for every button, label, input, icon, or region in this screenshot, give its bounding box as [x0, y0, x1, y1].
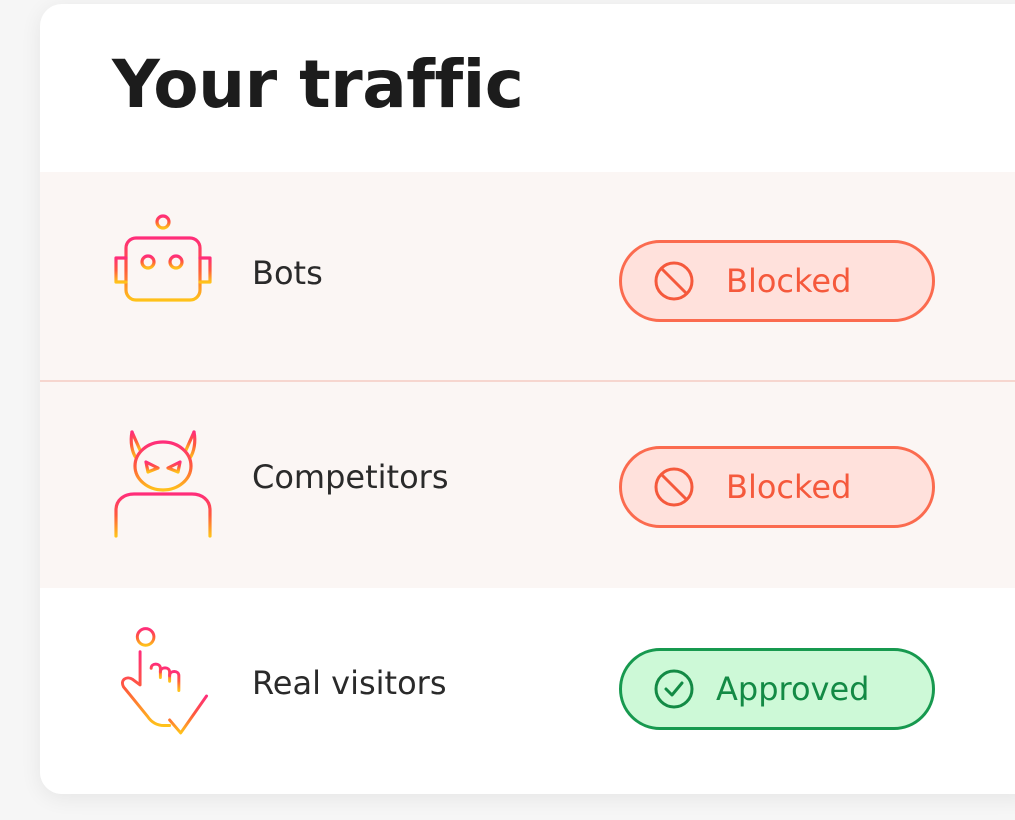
row-label-real-visitors: Real visitors — [252, 664, 447, 702]
robot-icon — [114, 214, 212, 302]
pointing-hand-check-icon — [121, 627, 209, 735]
prohibited-icon — [654, 467, 694, 507]
card-title: Your traffic — [112, 46, 524, 123]
check-circle-icon — [654, 669, 694, 709]
traffic-card: Your traffic Bots Blocked Competitors Bl… — [40, 4, 1015, 794]
status-label: Approved — [716, 670, 870, 708]
devil-icon — [114, 430, 212, 538]
traffic-row-competitors: Competitors Blocked — [40, 382, 1015, 588]
status-label: Blocked — [726, 262, 852, 300]
status-badge-blocked: Blocked — [619, 446, 935, 528]
status-badge-approved: Approved — [619, 648, 935, 730]
row-label-competitors: Competitors — [252, 458, 449, 496]
traffic-row-real-visitors: Real visitors Approved — [40, 588, 1015, 794]
prohibited-icon — [654, 261, 694, 301]
row-label-bots: Bots — [252, 254, 323, 292]
traffic-row-bots: Bots Blocked — [40, 172, 1015, 382]
status-badge-blocked: Blocked — [619, 240, 935, 322]
status-label: Blocked — [726, 468, 852, 506]
